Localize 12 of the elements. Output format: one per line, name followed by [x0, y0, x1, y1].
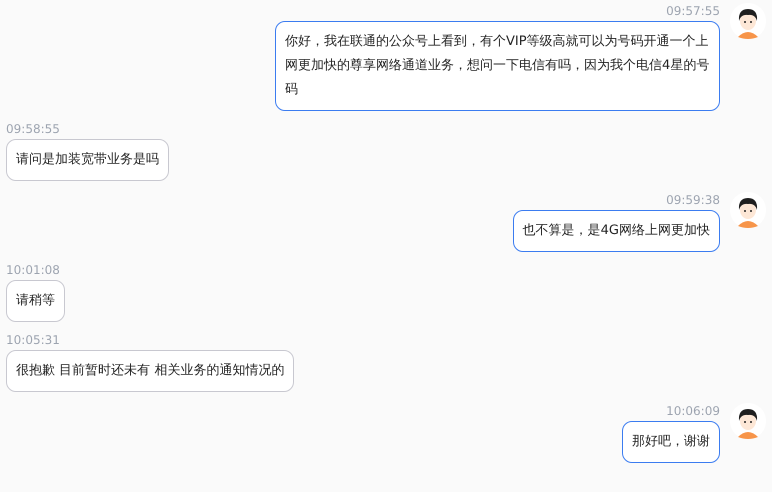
message-time: 09:57:55: [666, 4, 720, 18]
message-bubble: 你好，我在联通的公众号上看到，有个VIP等级高就可以为号码开通一个上网更加快的尊享网络通道业务，想问一下电信有吗，因为我个电信4星的号码: [275, 21, 720, 111]
message-bubble: 那好吧，谢谢: [622, 421, 720, 463]
message-bubble: 请问是加装宽带业务是吗: [6, 139, 169, 181]
message-time: 10:05:31: [6, 333, 60, 347]
message-bubble: 很抱歉 目前暂时还未有 相关业务的通知情况的: [6, 350, 294, 392]
message-time: 09:58:55: [6, 122, 60, 136]
message-bubble: 也不算是，是4G网络上网更加快: [512, 210, 720, 252]
message-bubble: 请稍等: [6, 280, 65, 322]
message-time: 10:01:08: [6, 263, 60, 277]
message-time: 09:59:38: [666, 193, 720, 207]
message-time: 10:06:09: [666, 404, 720, 418]
